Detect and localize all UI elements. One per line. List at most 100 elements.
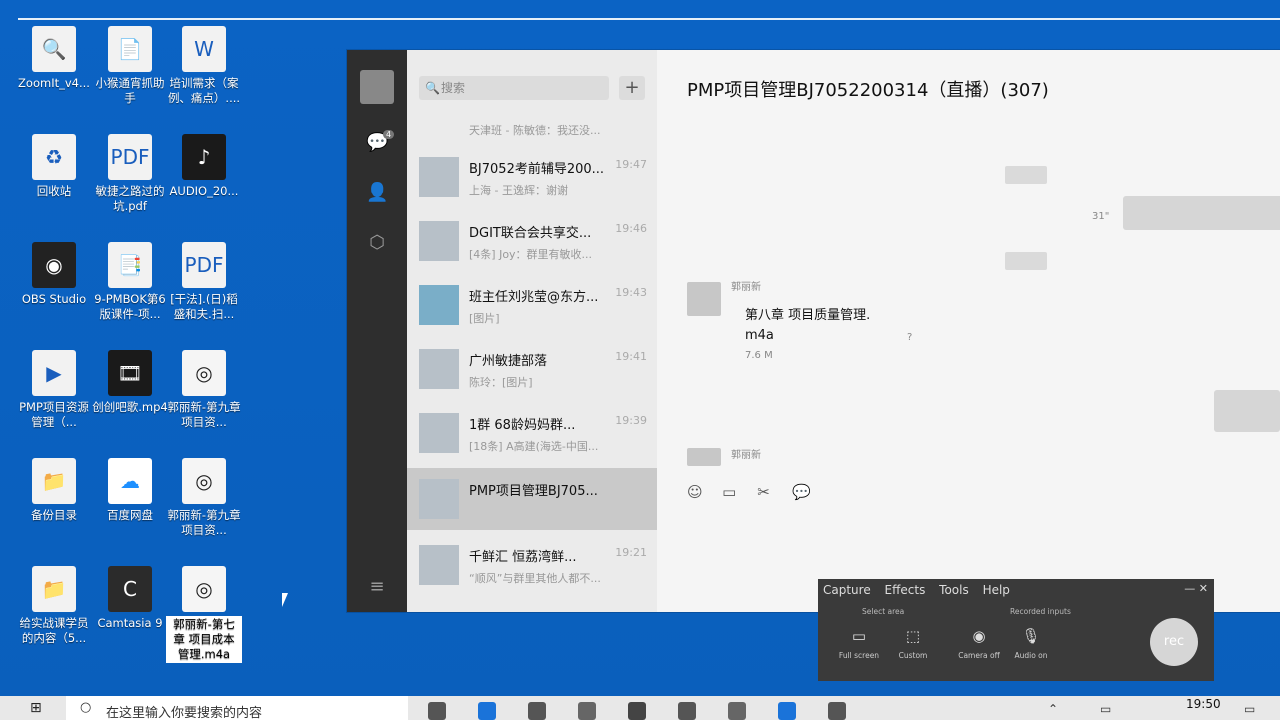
- search-input[interactable]: 🔍 搜索: [419, 76, 609, 100]
- network-icon[interactable]: ▭: [1100, 702, 1111, 716]
- word-doc-icon: W: [182, 26, 226, 72]
- chat-window: 💬 4 👤 ⬡ ≡ 🔍 搜索 + 天津班 - 陈敏德：我还没... BJ7052…: [347, 50, 1280, 612]
- avatar[interactable]: [360, 70, 394, 104]
- desktop-icon-camtasia[interactable]: C Camtasia 9: [92, 566, 168, 631]
- camtasia-icon: C: [108, 566, 152, 612]
- menu-effects[interactable]: Effects: [885, 583, 926, 597]
- menu-icon[interactable]: ≡: [366, 576, 388, 598]
- desktop-icon-m4a-2[interactable]: ◎ 郭丽新-第九章 项目资...: [166, 458, 242, 538]
- list-item-active[interactable]: PMP项目管理BJ705...: [407, 468, 657, 530]
- pdf-icon: PDF: [182, 242, 226, 288]
- conversation-name: 广州敏捷部落: [469, 354, 548, 369]
- list-item[interactable]: DGIT联合会共享交... [4条] Joy：群里有敏收... 19:46: [407, 210, 657, 272]
- monitor-icon: ▭: [851, 627, 867, 645]
- menu-tools[interactable]: Tools: [939, 583, 969, 597]
- icon-label: 备份目录: [31, 508, 77, 522]
- music-file-icon: ◎: [182, 458, 226, 504]
- menu-capture[interactable]: Capture: [823, 583, 871, 597]
- desktop-icon-pmbok[interactable]: 📑 9-PMBOK第6版课件-项...: [92, 242, 168, 322]
- scissors-icon[interactable]: ✂: [757, 483, 777, 501]
- conversation-name: BJ7052考前辅导200...: [469, 162, 605, 177]
- desktop-icon-book-pdf[interactable]: PDF [干法].(日)稻盛和夫.扫...: [166, 242, 242, 322]
- desktop-icon-backup[interactable]: 📁 备份目录: [16, 458, 92, 523]
- select-area-label: Select area: [862, 607, 905, 616]
- app-icon[interactable]: [828, 702, 846, 720]
- group-avatar: [419, 479, 459, 519]
- desktop-icon-mp4[interactable]: 🎞 创创吧歌.mp4: [92, 350, 168, 415]
- task-view-icon[interactable]: [428, 702, 446, 720]
- list-item[interactable]: 广州敏捷部落 陈玲：[图片] 19:41: [407, 338, 657, 400]
- desktop-icon-training[interactable]: W 培训需求（案例、痛点）....: [166, 26, 242, 106]
- icon-label: 9-PMBOK第6版课件-项...: [94, 292, 166, 321]
- app-icon[interactable]: [578, 702, 596, 720]
- desktop-icon-m4a-1[interactable]: ◎ 郭丽新-第九章 项目资...: [166, 350, 242, 430]
- record-button[interactable]: rec: [1150, 618, 1198, 666]
- voice-message-bubble[interactable]: [1123, 196, 1280, 230]
- desktop-icon-shortcut[interactable]: 📄 小猴通宵抓助手: [92, 26, 168, 106]
- file-name[interactable]: 第八章 项目质量管理.: [745, 306, 870, 326]
- conversation-name: 千鲜汇 恒荔湾鲜...: [469, 550, 577, 565]
- contacts-icon[interactable]: 👤: [366, 182, 388, 204]
- menu-help[interactable]: Help: [983, 583, 1010, 597]
- conversation-preview: [4条] Joy：群里有敏收...: [469, 248, 593, 261]
- desktop-icon-audio[interactable]: ♪ AUDIO_20...: [166, 134, 242, 199]
- edge-icon[interactable]: [478, 702, 496, 720]
- audio-toggle[interactable]: 🎙 Audio on: [1006, 627, 1056, 660]
- sticker-message[interactable]: [1214, 390, 1280, 432]
- chat-history-icon[interactable]: 💬: [792, 483, 812, 501]
- group-avatar: [419, 221, 459, 261]
- windows-start-icon[interactable]: ⊞: [30, 700, 42, 716]
- list-item[interactable]: 班主任刘兆莹@东方... [图片] 19:43: [407, 274, 657, 336]
- desktop-icon-course[interactable]: 📁 给实战课学员的内容（5...: [16, 566, 92, 646]
- full-screen-label: Full screen: [838, 651, 880, 660]
- custom-button[interactable]: ⬚ Custom: [888, 627, 938, 660]
- list-item[interactable]: 天津班 - 陈敏德：我还没...: [407, 114, 657, 144]
- emoji-icon[interactable]: ☺: [687, 483, 707, 501]
- selection-border: [18, 18, 1280, 20]
- video-file-icon: ▶: [32, 350, 76, 396]
- folder-icon: 📁: [32, 566, 76, 612]
- list-item[interactable]: BJ7052考前辅导200... 上海 - 王逸辉：谢谢 19:47: [407, 146, 657, 208]
- list-item[interactable]: 千鲜汇 恒荔湾鲜... “顺风”与群里其他人都不... 19:21: [407, 534, 657, 596]
- folder-icon[interactable]: ▭: [722, 483, 742, 501]
- baidu-netdisk-icon: ☁: [108, 458, 152, 504]
- clock[interactable]: 19:50: [1186, 697, 1221, 711]
- icon-label: ZoomIt_v4...: [18, 76, 90, 90]
- time-divider: [1005, 252, 1047, 270]
- full-screen-button[interactable]: ▭ Full screen: [834, 627, 884, 660]
- time-divider: [1005, 166, 1047, 184]
- wechat-icon[interactable]: [628, 702, 646, 720]
- desktop-icon-obs[interactable]: ◉ OBS Studio: [16, 242, 92, 307]
- app-icon[interactable]: [528, 702, 546, 720]
- conversation-time: 19:43: [615, 286, 647, 299]
- app-icon[interactable]: [728, 702, 746, 720]
- desktop-icon-zoomit[interactable]: 🔍 ZoomIt_v4...: [16, 26, 92, 91]
- favorites-icon[interactable]: ⬡: [366, 232, 388, 254]
- group-avatar: [419, 545, 459, 585]
- camera-toggle[interactable]: ◉ Camera off: [954, 627, 1004, 660]
- desktop-icon-pmp-resource[interactable]: ▶ PMP项目资源管理（...: [16, 350, 92, 430]
- music-file-icon: ◎: [182, 566, 226, 612]
- notification-icon[interactable]: ▭: [1244, 702, 1255, 716]
- group-avatar: [419, 413, 459, 453]
- app-icon[interactable]: [778, 702, 796, 720]
- list-item[interactable]: 1群 68龄妈妈群... [18条] A高建(海选-中国... 19:39: [407, 402, 657, 464]
- desktop-icon-baidu[interactable]: ☁ 百度网盘: [92, 458, 168, 523]
- avatar[interactable]: [687, 448, 721, 466]
- conversation-preview: “顺风”与群里其他人都不...: [469, 572, 601, 585]
- avatar[interactable]: [687, 282, 721, 316]
- conversation-name: 1群 68龄妈妈群...: [469, 418, 576, 433]
- desktop-icon-agile-pdf[interactable]: PDF 敏捷之路过的坑.pdf: [92, 134, 168, 214]
- chevron-up-icon[interactable]: ⌃: [1048, 702, 1058, 716]
- recorder-menu: Capture Effects Tools Help: [823, 583, 1020, 597]
- conversation-preview: 天津班 - 陈敏德：我还没...: [469, 124, 601, 137]
- add-chat-button[interactable]: +: [619, 76, 645, 100]
- app-icon[interactable]: [678, 702, 696, 720]
- conversation-name: 班主任刘兆莹@东方...: [469, 290, 599, 305]
- conversation-name: PMP项目管理BJ705...: [469, 484, 598, 499]
- desktop-icon-m4a-3[interactable]: ◎ 郭丽新-第七章 项目成本管理.m4a: [166, 566, 242, 663]
- icon-label: 给实战课学员的内容（5...: [19, 616, 89, 645]
- taskbar-search[interactable]: ○ 在这里输入你要搜索的内容: [66, 696, 408, 720]
- desktop-icon-recycle-bin[interactable]: ♻ 回收站: [16, 134, 92, 199]
- close-icon[interactable]: — ✕: [1184, 582, 1208, 595]
